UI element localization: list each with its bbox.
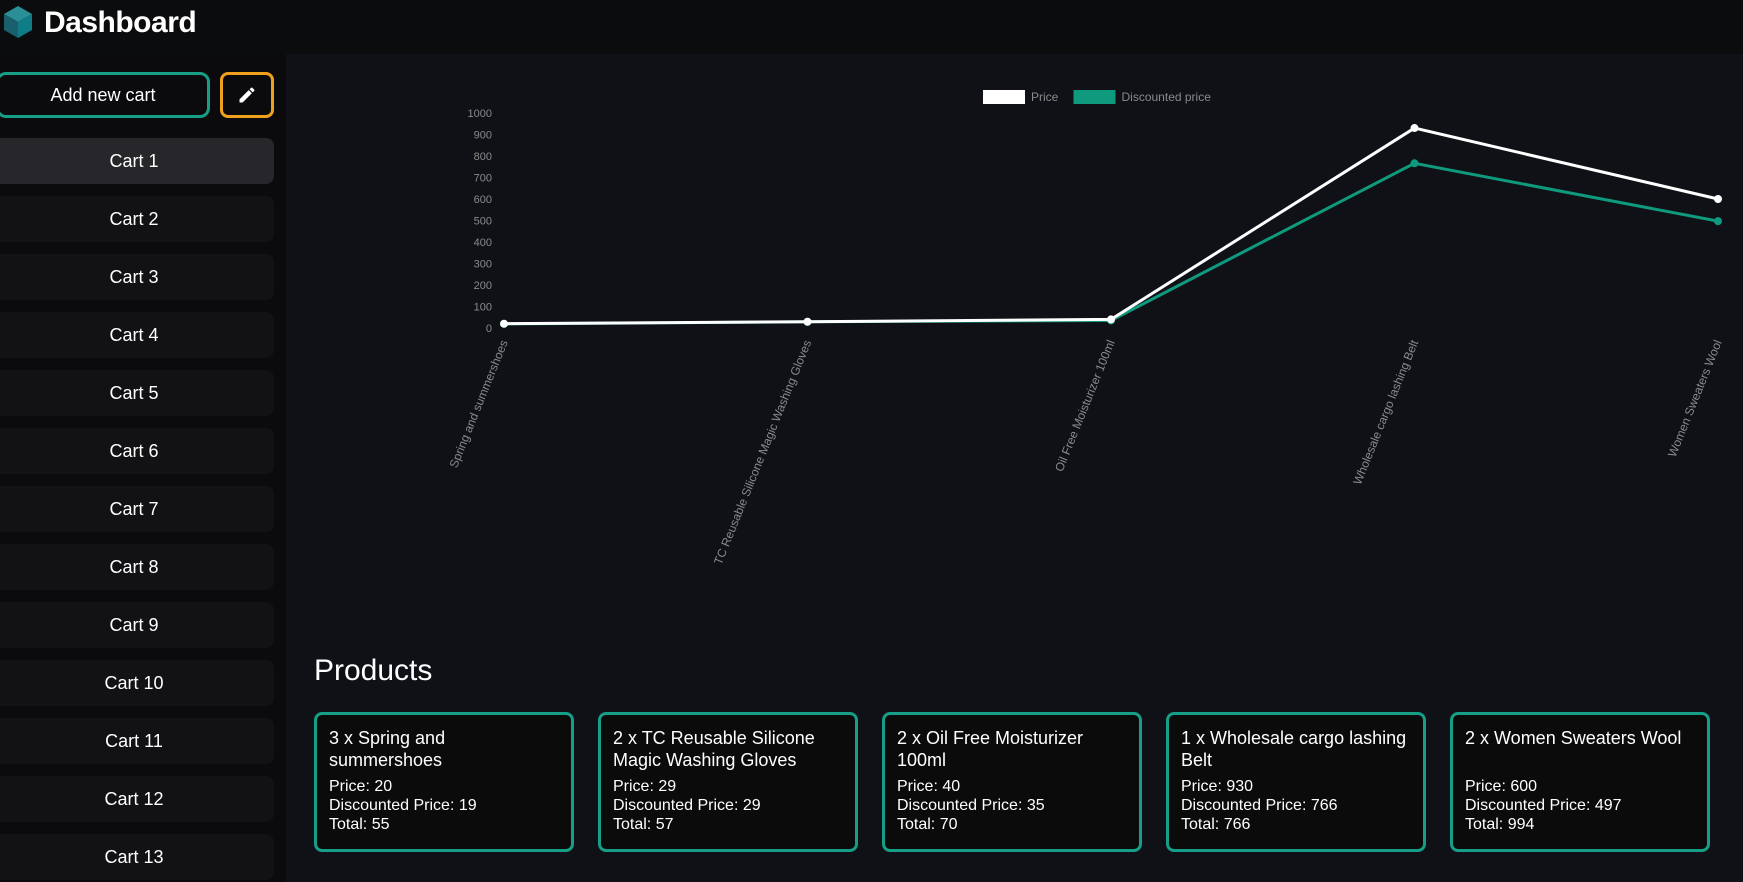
y-tick-label: 900: [474, 130, 492, 142]
product-card[interactable]: 2 x TC Reusable Silicone Magic Washing G…: [598, 712, 858, 852]
series-line-1: [503, 161, 1719, 326]
product-price: Price: 29: [613, 778, 677, 795]
products-title: Products: [314, 654, 433, 687]
data-point[interactable]: [1410, 159, 1419, 168]
add-new-cart-button[interactable]: Add new cart: [0, 72, 210, 118]
legend-label-1[interactable]: Discounted price: [1122, 90, 1212, 104]
product-total: Total: 70: [897, 816, 958, 833]
top-bar: Dashboard: [0, 0, 1743, 54]
y-tick-label: 800: [474, 151, 492, 163]
product-discounted-price: Discounted Price: 497: [1465, 797, 1622, 814]
cart-item[interactable]: Cart 6: [0, 428, 274, 474]
y-tick-label: 200: [474, 280, 492, 292]
cart-item[interactable]: Cart 4: [0, 312, 274, 358]
sidebar: Add new cart Cart 1 Cart 2 Cart 3 Cart 4 Car…: [0, 54, 286, 882]
product-price: Price: 20: [329, 778, 393, 795]
edit-button[interactable]: [220, 72, 274, 118]
cart-item[interactable]: Cart 12: [0, 776, 274, 822]
product-total: Total: 766: [1181, 816, 1251, 833]
product-card[interactable]: 1 x Wholesale cargo lashing Belt Price: 9…: [1166, 712, 1426, 852]
cart-item[interactable]: Cart 9: [0, 602, 274, 648]
line-chart: Price Discounted price 0 100 200 300 400 500 600…: [447, 90, 1725, 567]
product-price: Price: 930: [1181, 778, 1254, 795]
y-tick-label: 500: [474, 216, 492, 228]
product-total: Total: 57: [613, 816, 674, 833]
x-tick-label: Oil Free Moisturizer 100ml: [1052, 338, 1118, 474]
cart-item[interactable]: Cart 3: [0, 254, 274, 300]
legend-swatch-0[interactable]: [983, 90, 1025, 104]
x-tick-label: Women Sweaters Wool: [1665, 338, 1725, 459]
data-point[interactable]: [1714, 195, 1722, 203]
data-point[interactable]: [1410, 124, 1419, 133]
product-total: Total: 994: [1465, 816, 1535, 833]
legend-label-0[interactable]: Price: [1031, 90, 1059, 104]
data-point[interactable]: [500, 319, 508, 328]
y-tick-label: 1000: [468, 108, 492, 120]
cart-item[interactable]: Cart 1: [0, 138, 274, 184]
main-content: Price Discounted price 0 100 200 300 400 500 600…: [286, 54, 1743, 882]
app-title: Dashboard: [44, 6, 197, 39]
data-point[interactable]: [1107, 315, 1115, 324]
cart-item[interactable]: Cart 8: [0, 544, 274, 590]
y-tick-label: 300: [474, 259, 492, 271]
product-discounted-price: Discounted Price: 29: [613, 797, 761, 814]
pencil-icon: [239, 87, 255, 103]
product-discounted-price: Discounted Price: 35: [897, 797, 1045, 814]
product-card[interactable]: 2 x Women Sweaters Wool Price: 600 Discoun…: [1450, 712, 1710, 852]
product-card[interactable]: 3 x Spring and summershoes Price: 20 Disco…: [314, 712, 574, 852]
cart-item[interactable]: Cart 7: [0, 486, 274, 532]
data-point[interactable]: [1714, 217, 1722, 226]
cart-item[interactable]: Cart 10: [0, 660, 274, 706]
legend-swatch-1[interactable]: [1073, 90, 1116, 104]
product-price: Price: 40: [897, 778, 961, 795]
product-price: Price: 600: [1465, 778, 1538, 795]
y-tick-label: 600: [474, 194, 492, 206]
y-tick-label: 100: [474, 302, 492, 314]
cart-item[interactable]: Cart 2: [0, 196, 274, 242]
product-name: 3 x Spring and summershoes: [329, 728, 446, 770]
product-card[interactable]: 2 x Oil Free Moisturizer 100ml Price: 40 D…: [882, 712, 1142, 852]
product-name: 2 x Women Sweaters Wool: [1465, 728, 1682, 748]
y-tick-label: 400: [474, 237, 492, 249]
cart-item[interactable]: Cart 13: [0, 834, 274, 880]
x-tick-label: TC Reusable Silicone Magic Washing Glove…: [711, 338, 814, 567]
series-line-0: [503, 126, 1719, 326]
y-tick-label: 0: [486, 323, 492, 335]
y-tick-label: 700: [474, 173, 492, 185]
x-tick-label: Wholesale cargo lashing Belt: [1350, 337, 1421, 486]
product-total: Total: 55: [329, 816, 390, 833]
cart-item[interactable]: Cart 11: [0, 718, 274, 764]
cart-item[interactable]: Cart 5: [0, 370, 274, 416]
x-tick-label: Spring and summershoes: [447, 338, 511, 470]
product-discounted-price: Discounted Price: 766: [1181, 797, 1338, 814]
data-point[interactable]: [803, 317, 812, 326]
product-discounted-price: Discounted Price: 19: [329, 797, 477, 814]
product-name: 2 x Oil Free Moisturizer 100ml: [897, 728, 1084, 770]
product-name: 1 x Wholesale cargo lashing Belt: [1181, 728, 1407, 770]
cube-logo-icon: [4, 6, 32, 38]
product-name: 2 x TC Reusable Silicone Magic Washing G…: [613, 728, 815, 770]
